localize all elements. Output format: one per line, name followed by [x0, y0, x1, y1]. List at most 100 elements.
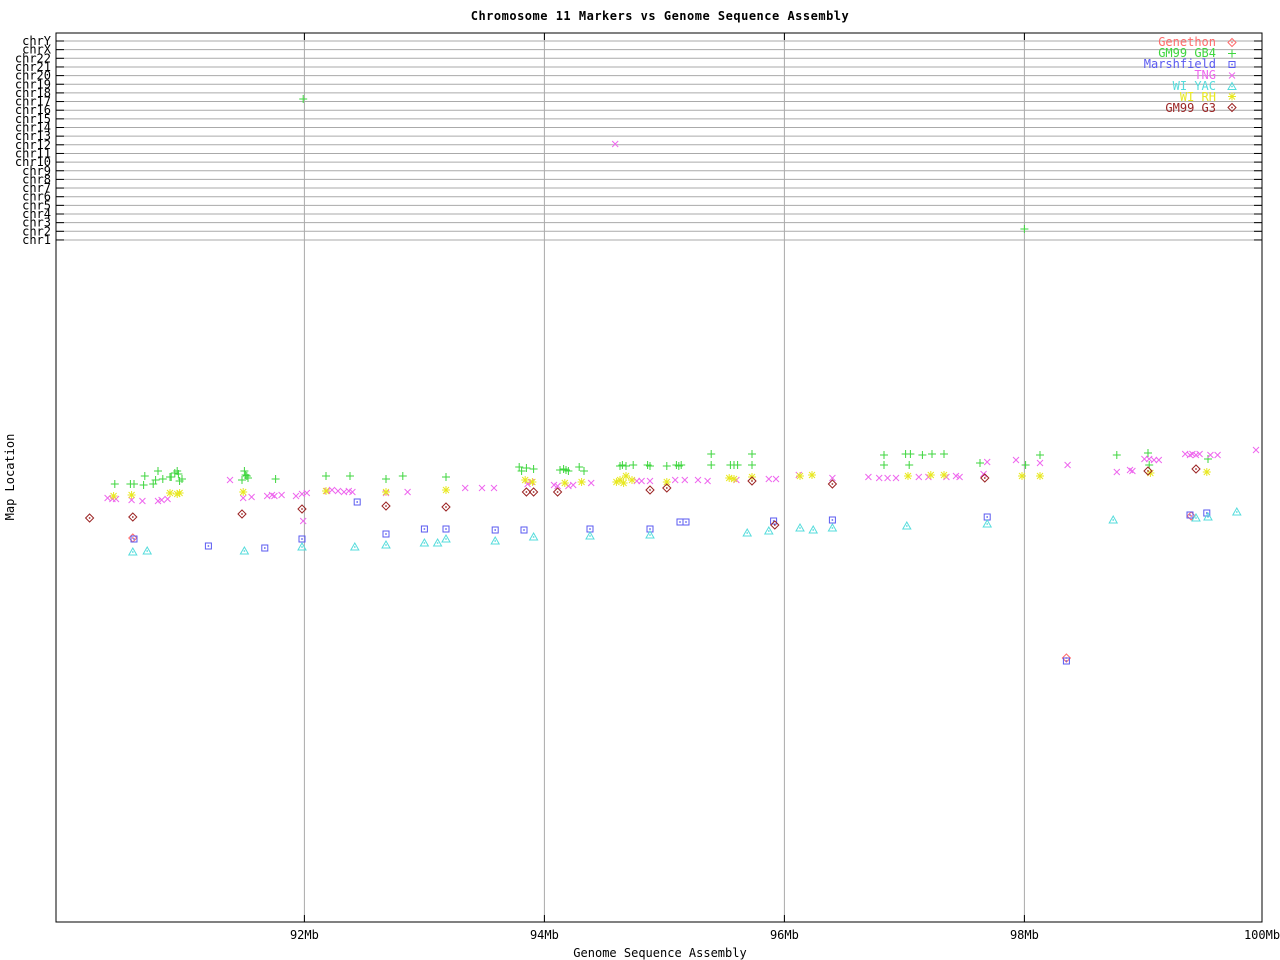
data-point [1036, 451, 1044, 459]
data-point [109, 492, 118, 500]
data-point [983, 458, 991, 466]
data-point [982, 518, 993, 528]
legend-label-gm99-g3: GM99 G3 [1165, 100, 1216, 115]
data-point [560, 479, 569, 487]
data-point [827, 479, 838, 489]
data-point [167, 473, 176, 481]
data-point [226, 476, 234, 484]
data-point [490, 535, 501, 545]
data-point [629, 461, 638, 469]
legend-item-gm99-g3: GM99 G3 [1144, 100, 1240, 115]
data-point [1144, 449, 1152, 457]
data-point [940, 471, 948, 479]
data-point [381, 539, 391, 549]
data-point [704, 477, 711, 485]
data-point [442, 473, 450, 481]
data-point [694, 476, 702, 484]
data-point [1036, 459, 1044, 467]
data-point [528, 478, 537, 486]
data-point [808, 471, 816, 479]
data-point [1064, 461, 1071, 469]
data-point [130, 480, 138, 488]
data-point [980, 470, 987, 478]
data-point [645, 485, 655, 495]
data-point [420, 525, 428, 533]
data-point [528, 531, 539, 541]
data-point [382, 475, 390, 483]
data-point [261, 544, 269, 552]
data-point [441, 502, 451, 512]
data-point [795, 522, 805, 532]
x-tick-label-98Mb: 98Mb [1010, 928, 1039, 942]
data-point [1021, 461, 1030, 469]
data-point [1112, 451, 1121, 459]
x-tick-label-96Mb: 96Mb [770, 928, 799, 942]
data-point [1202, 468, 1211, 476]
data-point [915, 473, 923, 481]
data-point [901, 520, 912, 530]
data-point [1231, 506, 1242, 516]
data-point [1036, 472, 1044, 480]
diamond-marker-icon [1224, 37, 1240, 48]
data-point [808, 524, 819, 534]
data-point [904, 472, 912, 480]
data-point [491, 526, 499, 534]
data-point [875, 474, 883, 482]
data-point [770, 517, 778, 525]
data-point [110, 480, 119, 488]
data-point [918, 451, 927, 459]
data-point [585, 530, 595, 540]
data-point [529, 465, 538, 473]
data-point [763, 525, 774, 535]
data-point [382, 488, 390, 496]
data-point [671, 476, 679, 484]
data-point [772, 475, 780, 483]
data-point [322, 472, 330, 480]
data-point [646, 477, 654, 485]
data-point [334, 487, 342, 495]
data-point [1113, 468, 1121, 476]
data-point [382, 530, 390, 538]
y-tick-label-chr1: chr1 [22, 233, 51, 247]
y-axis-title: Map Location [3, 433, 17, 521]
legend-item-marshfield: Marshfield [1144, 58, 1240, 70]
data-point [278, 491, 285, 499]
data-point [940, 450, 948, 458]
data-point [552, 487, 563, 497]
data-point [765, 475, 773, 483]
data-point [577, 478, 586, 486]
data-point [906, 450, 915, 458]
data-point [575, 463, 584, 471]
data-point [239, 488, 248, 496]
data-point [707, 450, 716, 458]
plot-area: chrYchrXchr22chr21chr20chr19chr18chr17ch… [15, 32, 1280, 942]
data-point [127, 546, 138, 556]
data-point [139, 497, 146, 505]
data-point [478, 484, 486, 492]
data-point [381, 501, 391, 511]
data-point [748, 450, 756, 458]
chart-title: Chromosome 11 Markers vs Genome Sequence… [470, 9, 850, 23]
data-point [142, 545, 153, 555]
data-point [828, 516, 836, 524]
data-point [748, 461, 756, 469]
data-point [461, 484, 469, 492]
diamond-marker-icon [1224, 102, 1240, 113]
data-point [128, 512, 138, 522]
data-point [880, 461, 888, 469]
data-point [419, 537, 430, 547]
data-point [158, 475, 167, 483]
data-point [662, 478, 671, 486]
x-tick-label-92Mb: 92Mb [290, 928, 319, 942]
data-point [928, 450, 936, 458]
x-tick-label-94Mb: 94Mb [530, 928, 559, 942]
data-point [442, 525, 450, 533]
data-point [127, 491, 136, 499]
data-point [619, 479, 628, 487]
data-point [569, 481, 577, 489]
data-point [353, 498, 361, 506]
data-point [432, 537, 443, 547]
data-point [1191, 464, 1201, 474]
data-point [827, 522, 838, 532]
data-point [490, 484, 498, 492]
